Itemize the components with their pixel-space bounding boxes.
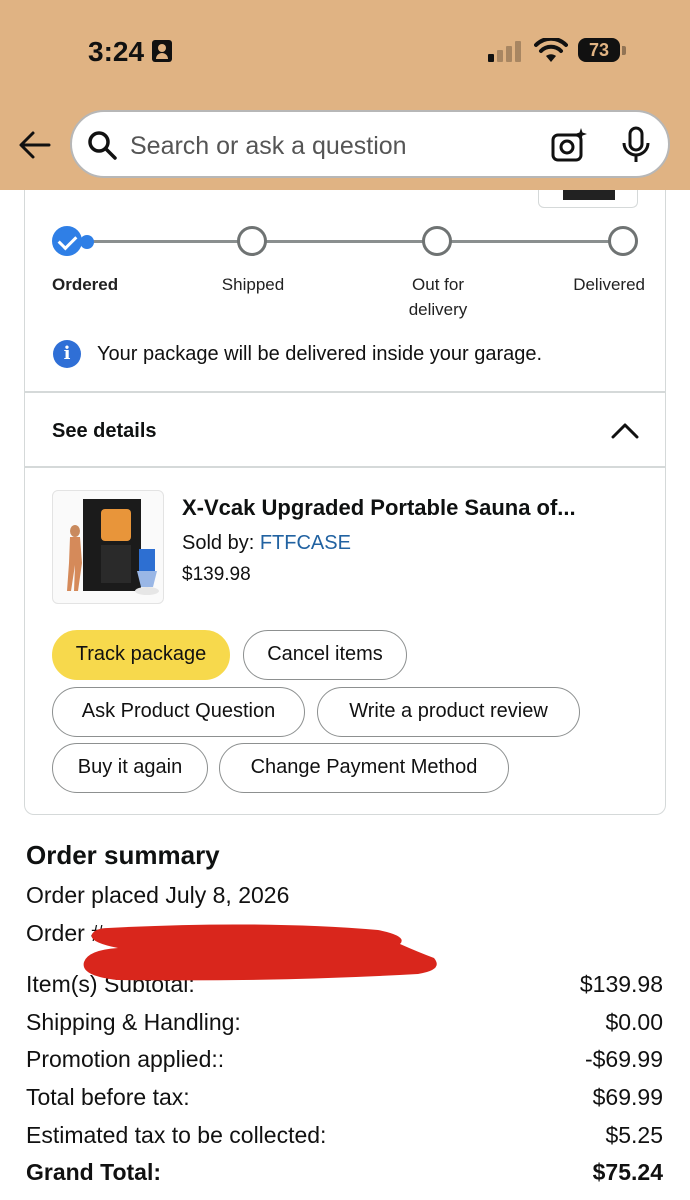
product-image[interactable] bbox=[52, 490, 164, 604]
redaction-scribble bbox=[83, 924, 437, 981]
see-details-label: See details bbox=[52, 420, 157, 442]
product-price: $139.98 bbox=[182, 564, 251, 585]
search-input[interactable]: Search or ask a question bbox=[130, 132, 407, 161]
divider bbox=[25, 466, 665, 468]
write-product-review-button[interactable]: Write a product review bbox=[317, 687, 580, 737]
sold-by: Sold by: FTFCASE bbox=[182, 532, 351, 555]
search-icon bbox=[88, 131, 117, 160]
order-summary-title: Order summary bbox=[26, 840, 220, 870]
delivery-notice-text: Your package will be delivered inside yo… bbox=[97, 343, 543, 365]
chevron-up-icon bbox=[611, 423, 639, 439]
battery-tip bbox=[622, 46, 626, 55]
step-shipped-dot bbox=[237, 226, 267, 256]
wifi-icon bbox=[534, 38, 568, 62]
step-label-delivered: Delivered bbox=[573, 275, 645, 294]
shipping-label: Shipping & Handling: bbox=[26, 1009, 241, 1035]
progress-knob bbox=[80, 235, 94, 249]
microphone-icon[interactable] bbox=[620, 126, 652, 164]
back-arrow-icon[interactable] bbox=[18, 128, 52, 162]
app-header: 3:24 73 Search or ask a question bbox=[0, 0, 690, 190]
seller-link[interactable]: FTFCASE bbox=[260, 532, 351, 554]
ask-product-question-button[interactable]: Ask Product Question bbox=[52, 687, 305, 737]
grand-total-value: $75.24 bbox=[592, 1159, 663, 1185]
promotion-value: -$69.99 bbox=[584, 1046, 663, 1072]
battery-icon: 73 bbox=[578, 38, 620, 62]
step-label-ordered: Ordered bbox=[52, 275, 119, 294]
estimated-tax-value: $5.25 bbox=[605, 1122, 663, 1148]
cellular-signal-icon bbox=[488, 40, 524, 62]
see-details-toggle[interactable]: See details bbox=[25, 392, 665, 467]
delivery-notice: i Your package will be delivered inside … bbox=[53, 340, 633, 370]
shipment-card: Ordered Shipped Out for delivery Deliver… bbox=[24, 190, 666, 815]
step-label-out-for-delivery: Out for delivery bbox=[408, 275, 468, 319]
total-before-tax-value: $69.99 bbox=[592, 1084, 663, 1110]
sauna-product-picture bbox=[67, 499, 159, 595]
estimated-tax-label: Estimated tax to be collected: bbox=[26, 1122, 327, 1148]
search-bar[interactable]: Search or ask a question bbox=[70, 110, 670, 178]
step-delivered-dot bbox=[608, 226, 638, 256]
grand-total-label: Grand Total: bbox=[26, 1159, 162, 1185]
person-badge-icon bbox=[152, 40, 172, 62]
order-placed-date: Order placed July 8, 2026 bbox=[26, 882, 290, 908]
buy-it-again-button[interactable]: Buy it again bbox=[52, 743, 208, 793]
progress-line bbox=[67, 240, 623, 243]
step-ordered-checkmark-icon bbox=[52, 226, 82, 256]
step-out-for-delivery-dot bbox=[422, 226, 452, 256]
product-thumbnail-partial bbox=[538, 190, 638, 208]
shipping-value: $0.00 bbox=[605, 1009, 663, 1035]
status-time: 3:24 bbox=[88, 36, 145, 67]
info-icon: i bbox=[53, 340, 81, 368]
sold-by-label: Sold by: bbox=[182, 532, 260, 554]
delivery-progress-tracker bbox=[52, 225, 638, 257]
track-package-button[interactable]: Track package bbox=[52, 630, 230, 680]
change-payment-method-button[interactable]: Change Payment Method bbox=[219, 743, 509, 793]
cancel-items-button[interactable]: Cancel items bbox=[243, 630, 407, 680]
camera-lens-icon[interactable] bbox=[550, 126, 588, 164]
subtotal-value: $139.98 bbox=[579, 971, 663, 997]
promotion-label: Promotion applied:: bbox=[26, 1046, 225, 1072]
step-label-shipped: Shipped bbox=[221, 275, 285, 294]
product-title[interactable]: X-Vcak Upgraded Portable Sauna of... bbox=[182, 495, 642, 521]
total-before-tax-label: Total before tax: bbox=[26, 1084, 190, 1110]
